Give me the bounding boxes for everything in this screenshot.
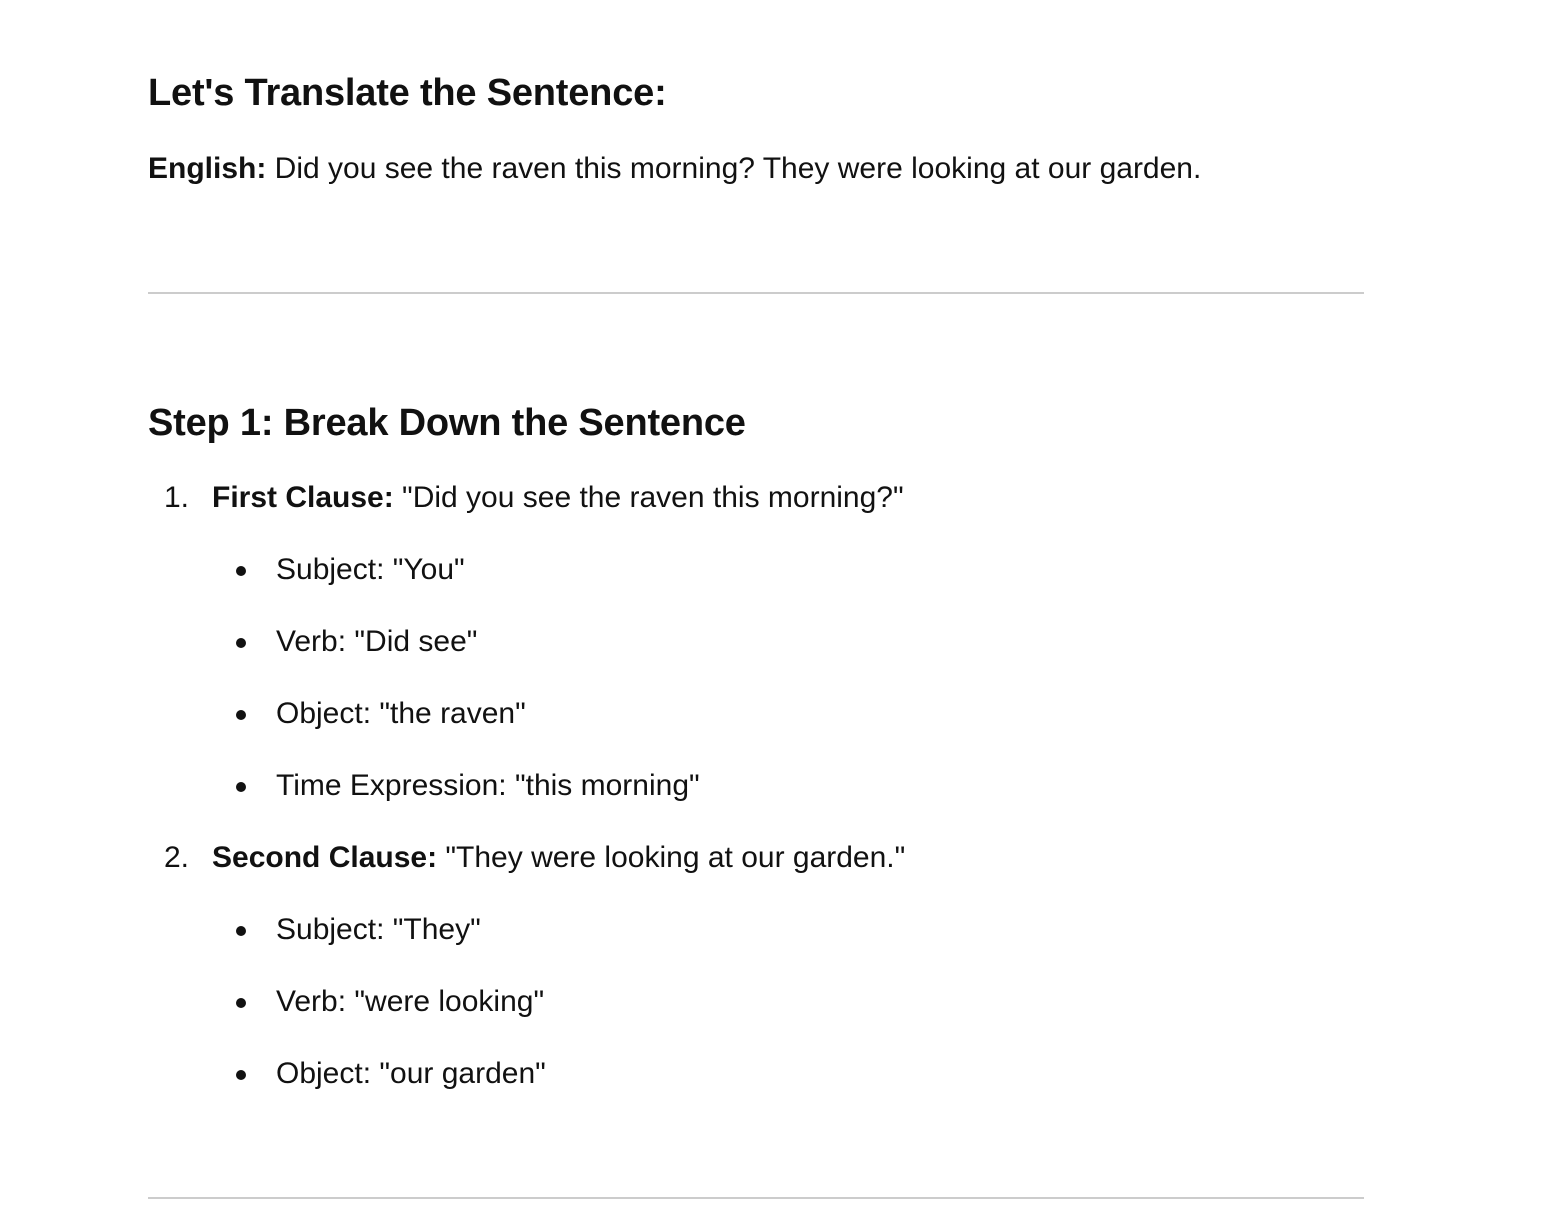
section-title-step1: Step 1: Break Down the Sentence: [148, 402, 746, 444]
clause-item-first: 1. First Clause: "Did you see the raven …: [148, 478, 905, 806]
english-text: Did you see the raven this morning? They…: [266, 152, 1202, 185]
part-text: Subject: "They": [276, 913, 481, 946]
list-item: Time Expression: "this morning": [212, 766, 905, 806]
clause-label: Second Clause:: [212, 841, 438, 874]
bullet-icon: [236, 710, 246, 720]
clause-heading: First Clause: "Did you see the raven thi…: [212, 478, 905, 518]
part-text: Object: "our garden": [276, 1057, 546, 1090]
part-text: Subject: "You": [276, 553, 465, 586]
list-item: Object: "our garden": [212, 1054, 905, 1094]
clause-parts-list: Subject: "You" Verb: "Did see" Object: "…: [212, 550, 905, 806]
list-number: 1.: [164, 481, 190, 514]
clause-parts-list: Subject: "They" Verb: "were looking" Obj…: [212, 910, 905, 1094]
list-item: Subject: "You": [212, 550, 905, 590]
part-text: Verb: "were looking": [276, 985, 545, 1018]
english-sentence: English: Did you see the raven this morn…: [148, 150, 1201, 188]
bullet-icon: [236, 566, 246, 576]
part-text: Object: "the raven": [276, 697, 526, 730]
clause-label: First Clause:: [212, 481, 394, 514]
bullet-icon: [236, 638, 246, 648]
divider: [148, 292, 1364, 294]
clause-heading: Second Clause: "They were looking at our…: [212, 838, 905, 878]
clause-text: "Did you see the raven this morning?": [393, 481, 904, 514]
bullet-icon: [236, 782, 246, 792]
list-item: Subject: "They": [212, 910, 905, 950]
english-label: English:: [148, 152, 267, 185]
bullet-icon: [236, 998, 246, 1008]
list-item: Verb: "were looking": [212, 982, 905, 1022]
divider: [148, 1197, 1364, 1199]
part-text: Verb: "Did see": [276, 625, 478, 658]
list-number: 2.: [164, 841, 190, 874]
list-item: Verb: "Did see": [212, 622, 905, 662]
list-item: Object: "the raven": [212, 694, 905, 734]
clause-item-second: 2. Second Clause: "They were looking at …: [148, 838, 905, 1094]
bullet-icon: [236, 926, 246, 936]
part-text: Time Expression: "this morning": [276, 769, 700, 802]
bullet-icon: [236, 1070, 246, 1080]
section-title-translate: Let's Translate the Sentence:: [148, 72, 667, 114]
clause-text: "They were looking at our garden.": [437, 841, 906, 874]
clause-list: 1. First Clause: "Did you see the raven …: [148, 478, 905, 1094]
